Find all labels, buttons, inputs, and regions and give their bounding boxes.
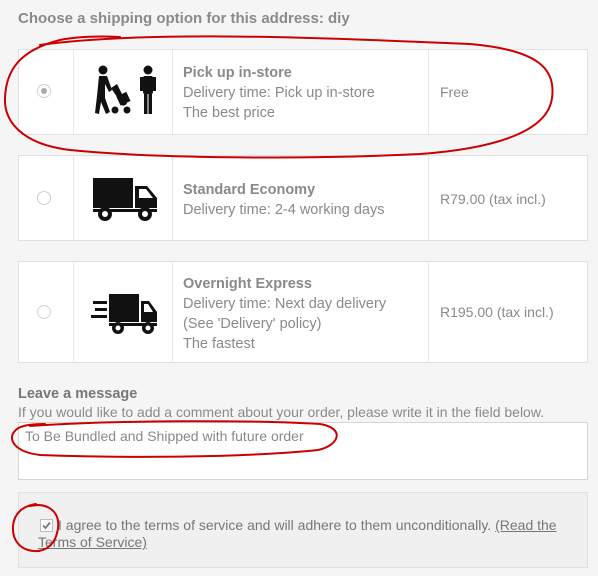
- message-help-text: If you would like to add a comment about…: [18, 404, 545, 420]
- option-delivery-time: Delivery time: Next day delivery: [183, 296, 387, 312]
- option-info: Overnight Express Delivery time: Next da…: [183, 274, 428, 354]
- fast-truck-icon: [91, 294, 157, 334]
- option-note: The fastest: [183, 336, 255, 352]
- option-name: Overnight Express: [183, 276, 312, 292]
- shipping-option-standard[interactable]: Standard Economy Delivery time: 2-4 work…: [18, 155, 588, 241]
- option-radio-cell[interactable]: [19, 262, 74, 362]
- option-icon-cell: [73, 156, 173, 240]
- message-textarea[interactable]: To Be Bundled and Shipped with future or…: [18, 422, 588, 480]
- option-info: Standard Economy Delivery time: 2-4 work…: [183, 180, 428, 220]
- option-name: Pick up in-store: [183, 65, 292, 81]
- option-radio[interactable]: [37, 305, 51, 319]
- shipping-option-pickup[interactable]: Pick up in-store Delivery time: Pick up …: [18, 49, 588, 135]
- shipping-heading: Choose a shipping option for this addres…: [18, 10, 350, 27]
- option-icon-cell: [73, 262, 173, 362]
- option-delivery-time: Delivery time: Pick up in-store: [183, 85, 375, 101]
- option-price: R195.00 (tax incl.): [440, 304, 554, 320]
- terms-box: I agree to the terms of service and will…: [18, 492, 588, 568]
- shipping-option-express[interactable]: Overnight Express Delivery time: Next da…: [18, 261, 588, 363]
- option-price-cell: R79.00 (tax incl.): [428, 156, 587, 240]
- option-radio[interactable]: [37, 191, 51, 205]
- option-icon-cell: [73, 50, 173, 134]
- pickup-person-icon: [95, 65, 156, 114]
- option-radio-cell[interactable]: [19, 156, 74, 240]
- option-price: R79.00 (tax incl.): [440, 191, 546, 207]
- truck-icon: [93, 178, 157, 221]
- option-info: Pick up in-store Delivery time: Pick up …: [183, 63, 428, 123]
- terms-text: I agree to the terms of service and will…: [38, 517, 578, 551]
- terms-statement: I agree to the terms of service and will…: [58, 517, 492, 533]
- option-name: Standard Economy: [183, 182, 316, 198]
- message-heading: Leave a message: [18, 386, 138, 402]
- option-note: (See 'Delivery' policy): [183, 316, 322, 332]
- option-price-cell: Free: [428, 50, 587, 134]
- option-price-cell: R195.00 (tax incl.): [428, 262, 587, 362]
- option-note: The best price: [183, 105, 275, 121]
- option-delivery-time: Delivery time: 2-4 working days: [183, 202, 385, 218]
- option-price: Free: [440, 84, 469, 100]
- option-radio-cell[interactable]: [19, 50, 74, 134]
- option-radio[interactable]: [37, 84, 51, 98]
